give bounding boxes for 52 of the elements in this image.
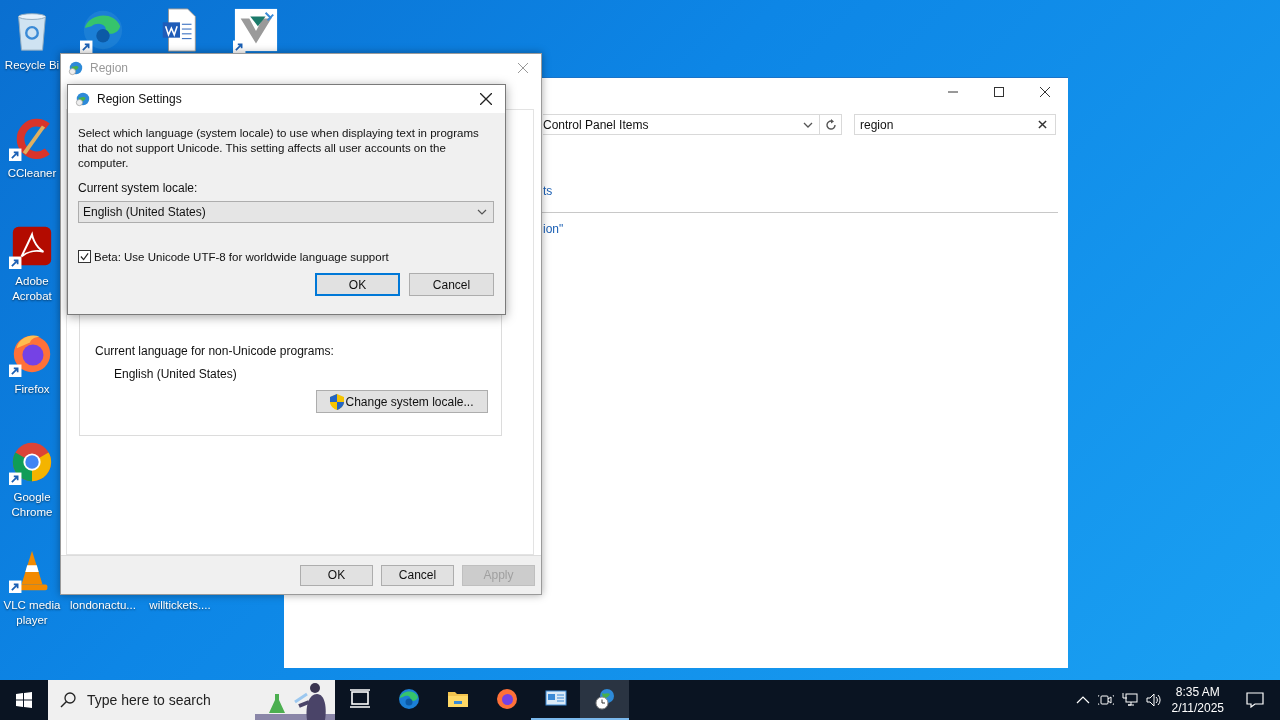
icon-label[interactable]: londonactu... [70,598,136,613]
window-title: Region [90,61,130,75]
label: Current system locale: [78,181,199,196]
shield-icon [330,393,345,410]
chevron-down-icon [477,209,487,215]
checkbox-label[interactable]: Beta: Use Unicode UTF-8 for worldwide language support [94,250,389,263]
dialog-button[interactable]: Cancel [409,273,494,296]
clock[interactable]: 8:35 AM 2/11/2025 [1171,684,1224,716]
address-text: Control Panel Items [543,117,650,132]
icon-label[interactable]: VLC media player [3,598,61,628]
fox-globe-icon [494,687,519,711]
arrow-logo-icon[interactable] [233,7,279,53]
icon-label[interactable]: Recycle Bi [4,58,60,73]
label: Current language for non-Unicode programs: [95,343,335,359]
wave-logo-icon [396,687,421,711]
search-field[interactable]: region [854,114,1056,135]
dialog-button[interactable]: Cancel [381,564,454,586]
notification-icon[interactable] [1246,692,1264,708]
network-icon[interactable] [1121,692,1138,708]
windows-logo-icon [16,692,32,708]
camera-icon[interactable] [1097,692,1114,708]
dialog-button[interactable]: OK [300,564,373,586]
locale-value: English (United States) [114,366,238,382]
volume-icon[interactable] [1145,692,1162,708]
checkbox[interactable] [78,250,91,263]
icon-label[interactable]: Adobe Acrobat [3,274,61,304]
taskbar-button[interactable] [580,680,629,720]
icon-label[interactable]: willtickets.... [149,598,211,613]
dialog-title: Region Settings [97,92,183,106]
icon-label[interactable]: CCleaner [7,166,57,181]
globe-clock-icon [592,687,617,711]
address-bar[interactable]: Control Panel Items [543,114,820,135]
icon-label[interactable]: Google Chrome [3,490,61,520]
check-mark-icon [80,252,89,261]
link[interactable]: ion" [543,221,564,237]
close-icon[interactable] [480,93,492,105]
chevron-up-icon[interactable] [1075,696,1090,704]
icon-label[interactable]: Firefox [14,382,50,397]
dialog-button[interactable]: OK [315,273,400,296]
clear-icon[interactable] [1038,120,1047,129]
description-text: Select which language (system locale) to use when displaying text in programs that do not support Unicode. This setting affects all user accounts on the computer. [78,126,480,171]
link[interactable]: ts [543,183,553,199]
globe-icon [68,60,84,76]
search-icon [60,692,76,708]
search-field[interactable]: Type here to search [48,680,335,720]
change-locale-button[interactable]: Change system locale... [316,390,488,413]
chevron-down-icon[interactable] [803,121,813,128]
refresh-icon [824,118,837,131]
locale-dropdown[interactable]: English (United States) [78,201,494,223]
task-view-icon [347,687,372,711]
globe-icon [75,91,91,107]
refresh-button[interactable] [820,114,842,135]
